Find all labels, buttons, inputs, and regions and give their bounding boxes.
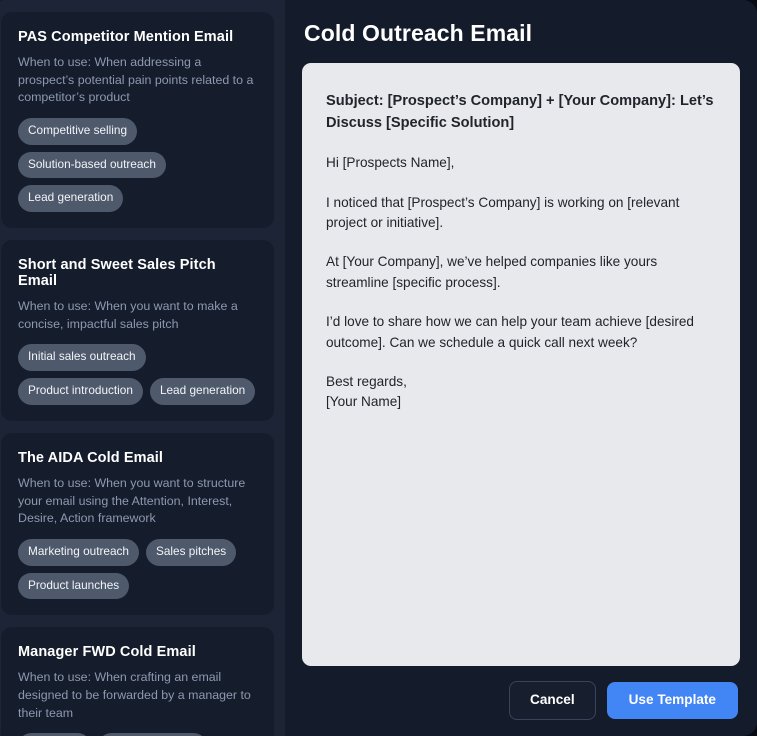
template-tag[interactable]: Lead generation [18,185,124,213]
email-preview-sheet: Subject: [Prospect’s Company] + [Your Co… [302,63,740,667]
email-greeting: Hi [Prospects Name], [326,155,455,171]
template-list-panel[interactable]: PAS Competitor Mention Email When to use… [0,0,285,736]
template-card-title: Manager FWD Cold Email [18,644,196,661]
email-body-paragraph: I’d love to share how we can help your t… [326,314,694,350]
template-card-tags: Marketing outreach Sales pitches Product… [18,538,257,600]
template-tag[interactable]: Marketing outreach [18,538,139,566]
use-template-button[interactable]: Use Template [606,682,738,719]
email-body-paragraph: At [Your Company], we’ve helped companie… [326,254,658,290]
template-card[interactable]: PAS Competitor Mention Email When to use… [1,12,274,229]
template-tag[interactable]: Sales pitches [145,538,237,566]
template-card[interactable]: Manager FWD Cold Email When to use: When… [1,627,274,736]
template-card-tags: Initial sales outreach Product introduct… [18,344,257,406]
template-card-title: PAS Competitor Mention Email [18,29,234,45]
template-card-description: When to use: When crafting an email desi… [18,670,251,720]
template-card-title: Short and Sweet Sales Pitch Email [18,257,216,290]
email-subject-line: Subject: [Prospect’s Company] + [Your Co… [326,93,714,131]
template-card[interactable]: The AIDA Cold Email When to use: When yo… [1,433,274,616]
template-picker-modal: PAS Competitor Mention Email When to use… [0,0,757,736]
template-preview-panel: Cold Outreach Email Subject: [Prospect’s… [285,0,757,736]
template-tag[interactable]: Competitive selling [18,117,138,145]
template-card-tags: Competitive selling Solution-based outre… [18,117,257,213]
email-signoff: Best regards, [Your Name] [326,373,407,410]
template-tag[interactable]: Initial sales outreach [18,344,146,372]
template-card-description: When to use: When you want to structure … [18,476,246,526]
page-title: Cold Outreach Email [304,20,533,46]
email-body-paragraph: I noticed that [Prospect’s Company] is w… [326,194,680,230]
template-tag[interactable]: Lead generation [149,378,256,406]
template-card-description: When to use: When you want to make a con… [18,299,238,331]
template-tag[interactable]: Product introduction [18,378,143,406]
template-tag[interactable]: Product launches [18,572,130,600]
modal-footer: Cancel Use Template [302,666,740,736]
template-card-title: The AIDA Cold Email [18,450,164,467]
template-tag[interactable]: Solution-based outreach [18,151,166,179]
cancel-button[interactable]: Cancel [509,681,596,720]
template-card-description: When to use: When addressing a prospect’… [18,55,254,105]
template-card[interactable]: Short and Sweet Sales Pitch Email When t… [1,240,274,422]
